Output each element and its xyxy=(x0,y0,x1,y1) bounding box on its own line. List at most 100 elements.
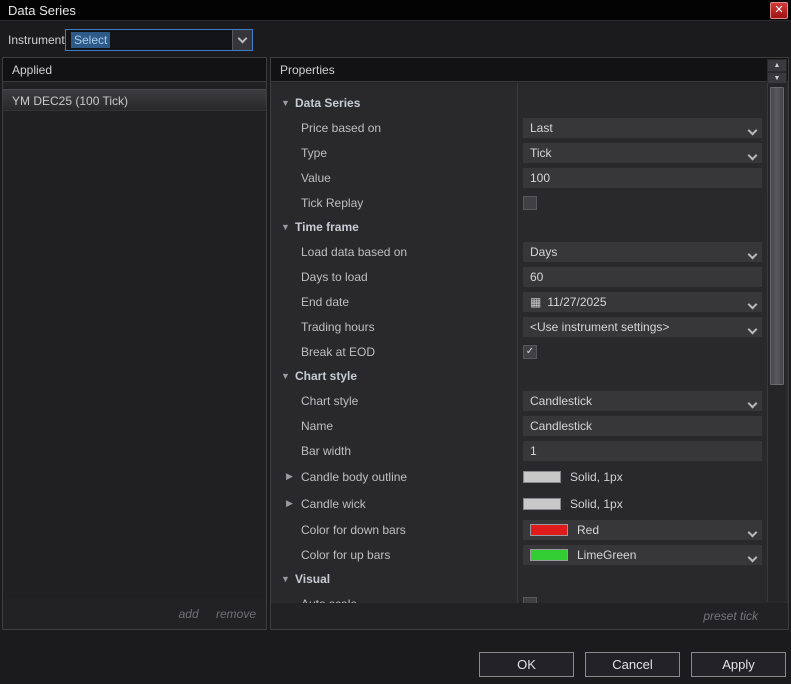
property-label-text: Candle wick xyxy=(301,497,366,511)
properties-content: ▼Data Series Price based on Last Type Tick Va… xyxy=(271,83,788,603)
add-button[interactable]: add xyxy=(179,607,199,621)
property-label-text: Tick Replay xyxy=(301,196,363,210)
dropdown-field[interactable]: Tick xyxy=(523,143,762,163)
property-value: LimeGreen xyxy=(517,545,788,565)
property-row: Chart style Candlestick xyxy=(271,388,788,413)
property-label-text: Load data based on xyxy=(301,245,407,259)
chevron-down-icon xyxy=(749,525,756,539)
property-row: Color for down bars Red xyxy=(271,517,788,542)
property-row: Load data based on Days xyxy=(271,239,788,264)
property-label: Type xyxy=(271,146,517,160)
field-value: Red xyxy=(577,523,599,537)
remove-button[interactable]: remove xyxy=(216,607,256,621)
property-label-text: Chart style xyxy=(301,394,358,408)
section-header[interactable]: ▼Chart style xyxy=(271,364,788,388)
property-label-text: Auto scale xyxy=(301,597,357,603)
property-label-text: End date xyxy=(301,295,349,309)
property-label: Price based on xyxy=(271,121,517,135)
field-value: 100 xyxy=(530,171,550,185)
date-dropdown-field[interactable]: ▦11/27/2025 xyxy=(523,292,762,312)
text-input[interactable]: 100 xyxy=(523,168,762,188)
checkbox-unchecked[interactable] xyxy=(523,597,537,603)
chevron-down-icon xyxy=(749,297,756,311)
property-label: Bar width xyxy=(271,444,517,458)
property-label: End date xyxy=(271,295,517,309)
checkbox-checked[interactable]: ✓ xyxy=(523,345,537,359)
field-value: Days xyxy=(530,245,557,259)
expand-arrow-icon[interactable]: ▶ xyxy=(286,471,301,482)
property-row: ▶Candle body outlineSolid, 1px xyxy=(271,463,788,490)
instrument-select[interactable]: Select xyxy=(65,29,253,51)
property-label-text: Bar width xyxy=(301,444,351,458)
applied-list: YM DEC25 (100 Tick) xyxy=(3,83,266,599)
line-style-swatch xyxy=(523,498,561,510)
property-label-text: Color for up bars xyxy=(301,548,390,562)
section-expanded-icon[interactable]: ▼ xyxy=(281,574,295,584)
property-label-text: Name xyxy=(301,419,333,433)
expand-arrow-icon[interactable]: ▶ xyxy=(286,498,301,509)
property-value: 1 xyxy=(517,441,788,461)
chevron-down-icon[interactable] xyxy=(232,30,252,50)
properties-viewport: ▼Data Series Price based on Last Type Tick Va… xyxy=(271,83,788,603)
property-label: Value xyxy=(271,171,517,185)
applied-panel: Applied YM DEC25 (100 Tick) add remove xyxy=(2,57,267,630)
text-input[interactable]: 1 xyxy=(523,441,762,461)
property-label: Tick Replay xyxy=(271,196,517,210)
section-header[interactable]: ▼Data Series xyxy=(271,91,788,115)
property-row: ▶Candle wick Solid, 1px xyxy=(271,490,788,517)
property-label-text: Color for down bars xyxy=(301,523,406,537)
property-label: Chart style xyxy=(271,394,517,408)
checkbox-unchecked[interactable] xyxy=(523,196,537,210)
property-label: Auto scale xyxy=(271,597,517,603)
text-input[interactable]: Candlestick xyxy=(523,416,762,436)
property-label: Color for down bars xyxy=(271,523,517,537)
dropdown-field[interactable]: <Use instrument settings> xyxy=(523,317,762,337)
section-expanded-icon[interactable]: ▼ xyxy=(281,222,295,232)
property-label-text: Value xyxy=(301,171,331,185)
section-expanded-icon[interactable]: ▼ xyxy=(281,98,295,108)
field-value: <Use instrument settings> xyxy=(530,320,669,334)
color-swatch xyxy=(530,549,568,561)
field-value: Candlestick xyxy=(530,419,592,433)
text-input[interactable]: 60 xyxy=(523,267,762,287)
field-value: Tick xyxy=(530,146,552,160)
property-value xyxy=(517,597,788,603)
property-row: Bar width 1 xyxy=(271,438,788,463)
color-dropdown-field[interactable]: LimeGreen xyxy=(523,545,762,565)
scrollbar-thumb[interactable] xyxy=(770,87,784,385)
properties-header-label: Properties xyxy=(280,63,335,77)
close-icon[interactable]: ✕ xyxy=(770,2,788,19)
section-expanded-icon[interactable]: ▼ xyxy=(281,371,295,381)
field-value: Last xyxy=(530,121,553,135)
property-row: Color for up bars LimeGreen xyxy=(271,542,788,567)
ok-button[interactable]: OK xyxy=(479,652,574,677)
section-title: Chart style xyxy=(295,369,357,383)
property-value: Solid, 1px xyxy=(517,497,788,511)
property-label: Trading hours xyxy=(271,320,517,334)
scrollbar-track[interactable] xyxy=(767,83,786,601)
applied-item[interactable]: YM DEC25 (100 Tick) xyxy=(3,89,266,111)
field-value: LimeGreen xyxy=(577,548,636,562)
property-label-text: Type xyxy=(301,146,327,160)
chevron-down-icon xyxy=(749,550,756,564)
dropdown-field[interactable]: Last xyxy=(523,118,762,138)
field-value: Candlestick xyxy=(530,394,592,408)
dropdown-field[interactable]: Candlestick xyxy=(523,391,762,411)
property-value: ▦11/27/2025 xyxy=(517,292,788,312)
section-header[interactable]: ▼Time frame xyxy=(271,215,788,239)
line-style-swatch xyxy=(523,471,561,483)
calendar-icon: ▦ xyxy=(530,296,541,308)
dropdown-field[interactable]: Days xyxy=(523,242,762,262)
property-value: Tick xyxy=(517,143,788,163)
property-row: Tick Replay xyxy=(271,190,788,215)
property-label: Load data based on xyxy=(271,245,517,259)
cancel-button[interactable]: Cancel xyxy=(585,652,680,677)
color-dropdown-field[interactable]: Red xyxy=(523,520,762,540)
section-header[interactable]: ▼Visual xyxy=(271,567,788,591)
property-row: Break at EOD✓ xyxy=(271,339,788,364)
scroll-up-icon[interactable]: ▲ xyxy=(767,59,787,72)
chevron-down-icon xyxy=(749,148,756,162)
property-value xyxy=(517,196,788,210)
instrument-row: Instrument xyxy=(8,28,74,52)
apply-button[interactable]: Apply xyxy=(691,652,786,677)
